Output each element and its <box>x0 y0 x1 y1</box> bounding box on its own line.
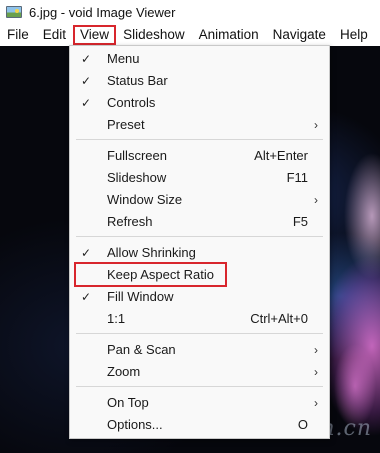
view-menu-item-options[interactable]: Options... O <box>70 414 329 436</box>
menu-animation[interactable]: Animation <box>192 25 266 45</box>
view-menu-item-allow-shrinking[interactable]: ✓ Allow Shrinking <box>70 242 329 264</box>
menu-view[interactable]: View <box>73 25 117 45</box>
menu-item-shortcut: Alt+Enter <box>254 148 308 163</box>
menu-item-label: Preset <box>107 117 145 132</box>
menu-file[interactable]: File <box>0 25 36 45</box>
menu-item-label: Window Size <box>107 192 183 207</box>
menu-navigate[interactable]: Navigate <box>266 25 333 45</box>
menu-bar: File Edit View Slideshow Animation Navig… <box>0 24 380 46</box>
title-bar: 6.jpg - void Image Viewer <box>0 0 380 24</box>
menu-item-label: Fullscreen <box>107 148 167 163</box>
view-menu-item-refresh[interactable]: Refresh F5 <box>70 211 329 233</box>
menu-slideshow[interactable]: Slideshow <box>116 25 192 45</box>
chevron-right-icon: › <box>314 193 318 207</box>
menu-item-label: Options... <box>107 417 163 432</box>
menu-item-label: Pan & Scan <box>107 342 176 357</box>
view-menu-item-zoom[interactable]: Zoom › <box>70 361 329 383</box>
menu-item-shortcut: F11 <box>286 170 308 185</box>
check-icon: ✓ <box>81 96 92 110</box>
menu-separator <box>76 236 323 237</box>
menu-separator <box>76 333 323 334</box>
check-icon: ✓ <box>81 52 92 66</box>
keep-aspect-ratio-highlight <box>74 262 227 287</box>
view-menu-item-menu[interactable]: ✓ Menu <box>70 48 329 70</box>
menu-item-label: 1:1 <box>107 311 126 326</box>
view-menu-item-status-bar[interactable]: ✓ Status Bar <box>70 70 329 92</box>
chevron-right-icon: › <box>314 396 318 410</box>
chevron-right-icon: › <box>314 118 318 132</box>
menu-item-label: Slideshow <box>107 170 167 185</box>
view-menu-item-one-to-one[interactable]: 1:1 Ctrl+Alt+0 <box>70 308 329 330</box>
view-menu-item-fill-window[interactable]: ✓ Fill Window <box>70 286 329 308</box>
menu-item-label: Zoom <box>107 364 141 379</box>
menu-item-shortcut: O <box>297 417 308 432</box>
menu-item-shortcut: F5 <box>292 214 308 229</box>
menu-help[interactable]: Help <box>333 25 375 45</box>
view-dropdown-menu: ✓ Menu ✓ Status Bar ✓ Controls Preset › … <box>69 45 330 439</box>
window-title: 6.jpg - void Image Viewer <box>29 4 176 20</box>
menu-item-label: Allow Shrinking <box>107 245 196 260</box>
menu-edit[interactable]: Edit <box>36 25 73 45</box>
menu-item-label: On Top <box>107 395 149 410</box>
check-icon: ✓ <box>81 246 92 260</box>
menu-item-label: Status Bar <box>107 73 168 88</box>
chevron-right-icon: › <box>314 343 318 357</box>
menu-item-label: Fill Window <box>107 289 174 304</box>
image-viewer-app-icon <box>6 6 22 18</box>
menu-item-label: Refresh <box>107 214 153 229</box>
view-menu-item-preset[interactable]: Preset › <box>70 114 329 136</box>
chevron-right-icon: › <box>314 365 318 379</box>
view-menu-item-slideshow[interactable]: Slideshow F11 <box>70 167 329 189</box>
check-icon: ✓ <box>81 290 92 304</box>
check-icon: ✓ <box>81 74 92 88</box>
view-menu-item-fullscreen[interactable]: Fullscreen Alt+Enter <box>70 145 329 167</box>
view-menu-item-controls[interactable]: ✓ Controls <box>70 92 329 114</box>
menu-item-label: Menu <box>107 51 140 66</box>
view-menu-item-on-top[interactable]: On Top › <box>70 392 329 414</box>
view-menu-item-window-size[interactable]: Window Size › <box>70 189 329 211</box>
view-menu-item-pan-scan[interactable]: Pan & Scan › <box>70 339 329 361</box>
menu-separator <box>76 386 323 387</box>
menu-item-shortcut: Ctrl+Alt+0 <box>250 311 308 326</box>
menu-separator <box>76 139 323 140</box>
menu-item-label: Controls <box>107 95 156 110</box>
